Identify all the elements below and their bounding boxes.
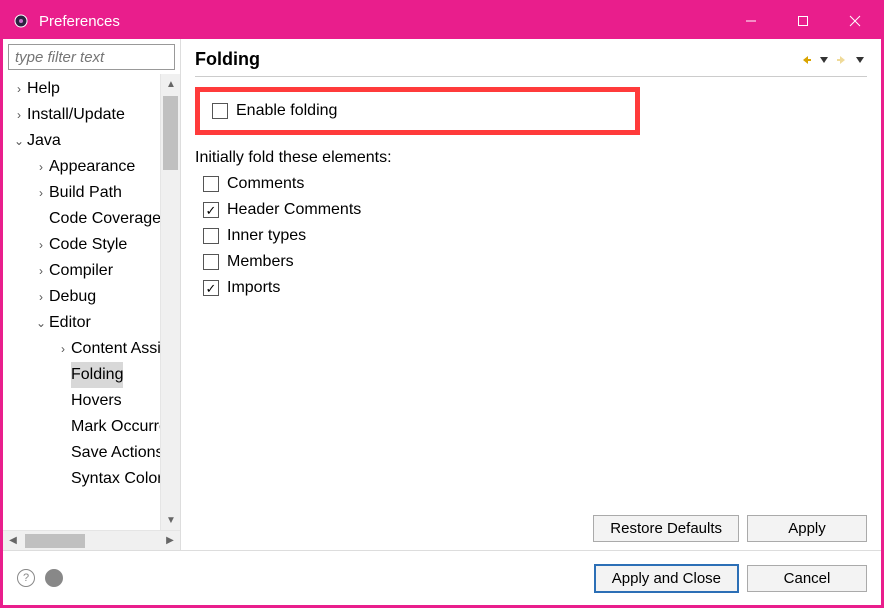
- tree-item[interactable]: ›Install/Update: [3, 102, 160, 128]
- tree-item-label: Save Actions: [71, 440, 160, 466]
- tree-item-label: Folding: [71, 362, 123, 388]
- hscroll-thumb[interactable]: [25, 534, 85, 548]
- import-export-icon[interactable]: [45, 569, 63, 587]
- content-body: Enable folding Initially fold these elem…: [195, 87, 867, 509]
- tree-item[interactable]: ›Code Style: [3, 232, 160, 258]
- tree-item[interactable]: ›Content Assist: [3, 336, 160, 362]
- cancel-button[interactable]: Cancel: [747, 565, 867, 592]
- chevron-right-icon[interactable]: ›: [33, 258, 49, 284]
- tree-item[interactable]: ⌄Editor: [3, 310, 160, 336]
- tree-item-label: Mark Occurrences: [71, 414, 160, 440]
- scroll-down-icon[interactable]: ▼: [161, 510, 181, 530]
- scroll-left-icon[interactable]: ◀: [3, 531, 23, 551]
- fold-option-row[interactable]: Imports: [203, 275, 867, 301]
- scroll-right-icon[interactable]: ▶: [160, 531, 180, 551]
- tree-item-label: Build Path: [49, 180, 122, 206]
- tree-item-label: Install/Update: [27, 102, 125, 128]
- tree-item[interactable]: ›Debug: [3, 284, 160, 310]
- fold-option-row[interactable]: Comments: [203, 171, 867, 197]
- minimize-button[interactable]: [725, 3, 777, 39]
- sidebar: ›Help›Install/Update⌄Java›Appearance›Bui…: [3, 39, 181, 550]
- tree-item-label: Compiler: [49, 258, 113, 284]
- fold-option-label: Imports: [227, 275, 280, 301]
- tree-item-label: Code Coverage: [49, 206, 160, 232]
- enable-folding-row[interactable]: Enable folding: [212, 98, 337, 124]
- fold-option-row[interactable]: Header Comments: [203, 197, 867, 223]
- tree-item[interactable]: ⌄Java: [3, 128, 160, 154]
- tree-item-label: Content Assist: [71, 336, 160, 362]
- page-title: Folding: [195, 49, 260, 70]
- enable-folding-checkbox[interactable]: [212, 103, 228, 119]
- help-icon[interactable]: ?: [17, 569, 35, 587]
- nav-icons: [799, 53, 867, 67]
- tree-item-label: Editor: [49, 310, 91, 336]
- fold-option-label: Inner types: [227, 223, 306, 249]
- chevron-right-icon[interactable]: ›: [33, 232, 49, 258]
- tree-item-label: Java: [27, 128, 61, 154]
- bottom-bar: ? Apply and Close Cancel: [3, 551, 881, 605]
- tree-item[interactable]: Syntax Coloring: [3, 466, 160, 492]
- chevron-right-icon[interactable]: ›: [55, 336, 71, 362]
- close-button[interactable]: [829, 3, 881, 39]
- section-label: Initially fold these elements:: [195, 149, 867, 167]
- forward-icon[interactable]: [835, 53, 849, 67]
- tree-item[interactable]: ›Help: [3, 76, 160, 102]
- tree-item[interactable]: ›Appearance: [3, 154, 160, 180]
- tree-item[interactable]: ›Build Path: [3, 180, 160, 206]
- app-icon: [11, 11, 31, 31]
- chevron-down-icon[interactable]: ⌄: [11, 128, 27, 154]
- tree-item-label: Debug: [49, 284, 96, 310]
- fold-option-row[interactable]: Inner types: [203, 223, 867, 249]
- scroll-thumb[interactable]: [163, 96, 178, 170]
- tree-item-label: Help: [27, 76, 60, 102]
- fold-option-checkbox[interactable]: [203, 228, 219, 244]
- tree-item[interactable]: ›Compiler: [3, 258, 160, 284]
- window-title: Preferences: [39, 13, 120, 30]
- maximize-button[interactable]: [777, 3, 829, 39]
- fold-option-checkbox[interactable]: [203, 280, 219, 296]
- back-icon[interactable]: [799, 53, 813, 67]
- apply-and-close-button[interactable]: Apply and Close: [594, 564, 739, 593]
- content-footer: Restore Defaults Apply: [195, 509, 867, 542]
- restore-defaults-button[interactable]: Restore Defaults: [593, 515, 739, 542]
- chevron-right-icon[interactable]: ›: [33, 284, 49, 310]
- fold-option-label: Comments: [227, 171, 304, 197]
- content-header: Folding: [195, 49, 867, 77]
- tree-item-label: Hovers: [71, 388, 122, 414]
- fold-option-checkbox[interactable]: [203, 254, 219, 270]
- tree-item-label: Code Style: [49, 232, 127, 258]
- enable-folding-highlight: Enable folding: [195, 87, 640, 135]
- enable-folding-label: Enable folding: [236, 98, 337, 124]
- main-area: ›Help›Install/Update⌄Java›Appearance›Bui…: [3, 39, 881, 551]
- titlebar: Preferences: [3, 3, 881, 39]
- horizontal-scrollbar[interactable]: ◀ ▶: [3, 530, 180, 550]
- fold-option-label: Header Comments: [227, 197, 361, 223]
- forward-menu-icon[interactable]: [853, 53, 867, 67]
- chevron-down-icon[interactable]: ⌄: [33, 310, 49, 336]
- tree-item[interactable]: Code Coverage: [3, 206, 160, 232]
- tree-item-label: Appearance: [49, 154, 135, 180]
- chevron-right-icon[interactable]: ›: [33, 180, 49, 206]
- tree-item[interactable]: Hovers: [3, 388, 160, 414]
- chevron-right-icon[interactable]: ›: [11, 102, 27, 128]
- vertical-scrollbar[interactable]: ▲ ▼: [160, 74, 180, 530]
- tree-item[interactable]: Save Actions: [3, 440, 160, 466]
- scroll-up-icon[interactable]: ▲: [161, 74, 181, 94]
- chevron-right-icon[interactable]: ›: [11, 76, 27, 102]
- filter-input[interactable]: [8, 44, 175, 70]
- preference-tree[interactable]: ›Help›Install/Update⌄Java›Appearance›Bui…: [3, 74, 160, 530]
- fold-option-checkbox[interactable]: [203, 176, 219, 192]
- tree-item-label: Syntax Coloring: [71, 466, 160, 492]
- fold-option-checkbox[interactable]: [203, 202, 219, 218]
- back-menu-icon[interactable]: [817, 53, 831, 67]
- fold-option-row[interactable]: Members: [203, 249, 867, 275]
- tree-item[interactable]: Folding: [3, 362, 160, 388]
- content-panel: Folding Enable folding Initially fold th…: [181, 39, 881, 550]
- fold-option-label: Members: [227, 249, 294, 275]
- chevron-right-icon[interactable]: ›: [33, 154, 49, 180]
- fold-options-list: CommentsHeader CommentsInner typesMember…: [195, 171, 867, 301]
- tree-item[interactable]: Mark Occurrences: [3, 414, 160, 440]
- apply-button[interactable]: Apply: [747, 515, 867, 542]
